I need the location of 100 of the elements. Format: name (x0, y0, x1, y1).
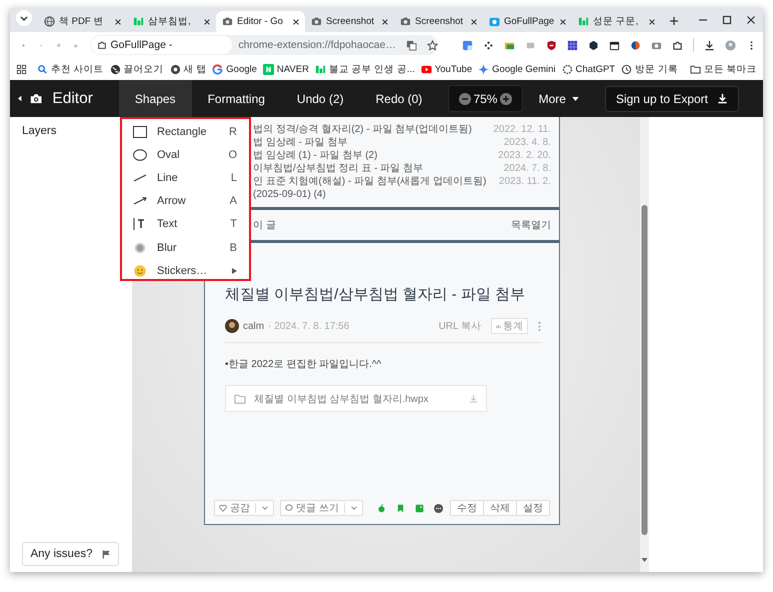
translate-icon[interactable] (406, 40, 417, 50)
more-button[interactable] (434, 502, 443, 514)
shortcut-key: L (230, 172, 237, 184)
post-text: •한글 2022로 편집한 파일입니다.^^ (225, 358, 382, 371)
close-icon[interactable] (114, 18, 122, 26)
half-circle-icon[interactable] (630, 40, 641, 50)
bookmark[interactable]: 끌어오기 (110, 62, 164, 76)
close-icon[interactable] (203, 18, 211, 26)
file-attachment[interactable]: 체질별 이부침법 삼부침법 혈자리.hwpx (225, 385, 487, 412)
apple-icon[interactable] (376, 502, 386, 514)
menu-item[interactable]: Oval O (122, 143, 249, 166)
menu-item[interactable]: Line L (122, 166, 249, 190)
hexagon-icon[interactable] (588, 40, 599, 50)
menu-item[interactable]: Arrow A (122, 190, 249, 213)
comment-button[interactable]: 댓글 쓰기 (280, 500, 363, 516)
site-chip[interactable]: GoFullPage - (90, 36, 232, 54)
dots-icon[interactable] (482, 40, 494, 50)
browser-tab[interactable]: GoFullPage (483, 11, 572, 32)
close-icon[interactable] (292, 18, 300, 26)
zoom-level: 75% (473, 92, 498, 106)
like-button[interactable]: 공감 (214, 500, 274, 516)
author-name[interactable]: calm (243, 320, 264, 332)
bookmark[interactable]: 추천 사이트 (37, 62, 104, 76)
post-date: 2024. 7. 8. (504, 162, 551, 175)
browser-tab[interactable]: Screenshot (394, 11, 483, 32)
close-icon[interactable] (470, 18, 478, 26)
issues-button[interactable]: Any issues? (22, 542, 119, 566)
menu-item[interactable]: Blur B (122, 236, 249, 260)
close-icon[interactable] (746, 15, 756, 25)
toolbar-menu[interactable]: Undo (2) (280, 80, 360, 117)
translate-icon[interactable] (462, 40, 473, 50)
bookmark[interactable]: YouTube (420, 64, 472, 74)
browser-tab[interactable]: 성문 구문, (572, 11, 661, 32)
post-link[interactable]: 이부침법/삼부침법 정리 표 - 파일 첨부 (253, 162, 423, 175)
post-action-button[interactable]: 설정 (516, 500, 550, 516)
bookmark[interactable]: ChatGPT (562, 64, 616, 74)
maximize-icon[interactable] (722, 15, 732, 25)
grid-icon[interactable] (566, 40, 578, 50)
close-icon[interactable] (648, 18, 656, 26)
close-icon[interactable] (559, 18, 567, 26)
browser-tab[interactable]: 삼부침법, (127, 11, 216, 32)
toolbar-menu[interactable]: Redo (0) (360, 80, 438, 117)
address-field[interactable]: GoFullPage - chrome-extension://fdpohaocae… (90, 35, 438, 55)
zoom-out-button[interactable] (459, 92, 472, 104)
bookmark[interactable]: 새 탭 (170, 62, 206, 76)
all-bookmarks-folder[interactable]: 모든 북마크 (690, 62, 756, 76)
youtube-icon (420, 64, 432, 74)
sparkle-icon (478, 64, 490, 74)
post-link[interactable]: 법 임상례 (1) - 파일 첨부 (2) (253, 149, 378, 162)
list-toggle-link[interactable]: 목록열기 (511, 218, 551, 232)
post-link[interactable]: 법의 정격/승격 혈자리(2) - 파일 첨부(업데이트됨) (253, 123, 472, 136)
bookmark[interactable]: 방문 기록 (621, 62, 678, 76)
scrollbar[interactable] (640, 117, 649, 572)
menu-item[interactable]: Rectangle R (122, 120, 249, 144)
menu-item[interactable]: Text T (122, 212, 249, 236)
flower-icon (562, 64, 573, 74)
bookmark[interactable]: NAVER (262, 64, 309, 74)
app-title: Editor (52, 90, 93, 108)
close-icon[interactable] (381, 18, 389, 26)
camera-icon (311, 16, 322, 27)
post-link[interactable]: 인 표준 치험예(해설) - 파일 첨부(새롭게 업데이트됨) (2025-09-01) (4) (253, 175, 491, 201)
export-button[interactable]: Sign up to Export (604, 86, 740, 112)
toolbar-menu[interactable]: Shapes (118, 80, 192, 117)
menu-item[interactable]: Stickers… (122, 259, 249, 282)
post-action-button[interactable]: 수정 (450, 500, 484, 516)
panel-title: Layers (22, 125, 58, 137)
camera-icon (30, 92, 42, 105)
arrow-icon (133, 195, 147, 208)
clapper-icon[interactable] (608, 40, 620, 50)
shortcut-key: R (229, 126, 237, 138)
download-icon[interactable] (704, 40, 715, 50)
caret-icon[interactable] (18, 95, 22, 102)
browser-tab[interactable]: Screenshot (305, 11, 394, 32)
line-icon (133, 172, 147, 184)
bookmark[interactable]: Google Gemini (478, 64, 556, 74)
zoom-in-button[interactable] (500, 92, 512, 104)
tab-search-button[interactable] (16, 10, 32, 26)
more-menu[interactable]: More (522, 80, 595, 117)
rectangle-icon (133, 126, 147, 138)
speech-bubble-icon (285, 504, 293, 512)
bookmark[interactable]: Google (212, 64, 257, 74)
browser-tab[interactable]: 책 PDF 변 (38, 11, 127, 32)
post-link[interactable]: 법 임상례 - 파일 첨부 (253, 136, 348, 149)
blog-icon (314, 64, 326, 74)
download-icon (717, 93, 728, 104)
post-action-button[interactable]: 삭제 (482, 500, 517, 516)
shield-icon[interactable] (546, 40, 557, 50)
bookmark[interactable]: 불교 공부 인생 공... (314, 62, 415, 76)
bar-chart-icon (496, 324, 501, 328)
caret-icon (572, 96, 579, 100)
star-icon[interactable] (426, 40, 438, 50)
image-icon[interactable] (414, 502, 424, 514)
apps-icon[interactable] (16, 64, 27, 74)
camera-icon (222, 16, 233, 27)
new-tab-icon[interactable] (669, 16, 679, 26)
toolbar-menu[interactable]: Formatting (192, 80, 281, 117)
bookmark-icon[interactable] (396, 502, 405, 514)
globe-icon (44, 16, 55, 27)
puzzle-icon[interactable] (672, 40, 683, 50)
browser-tab[interactable]: Editor - Go (216, 11, 305, 32)
